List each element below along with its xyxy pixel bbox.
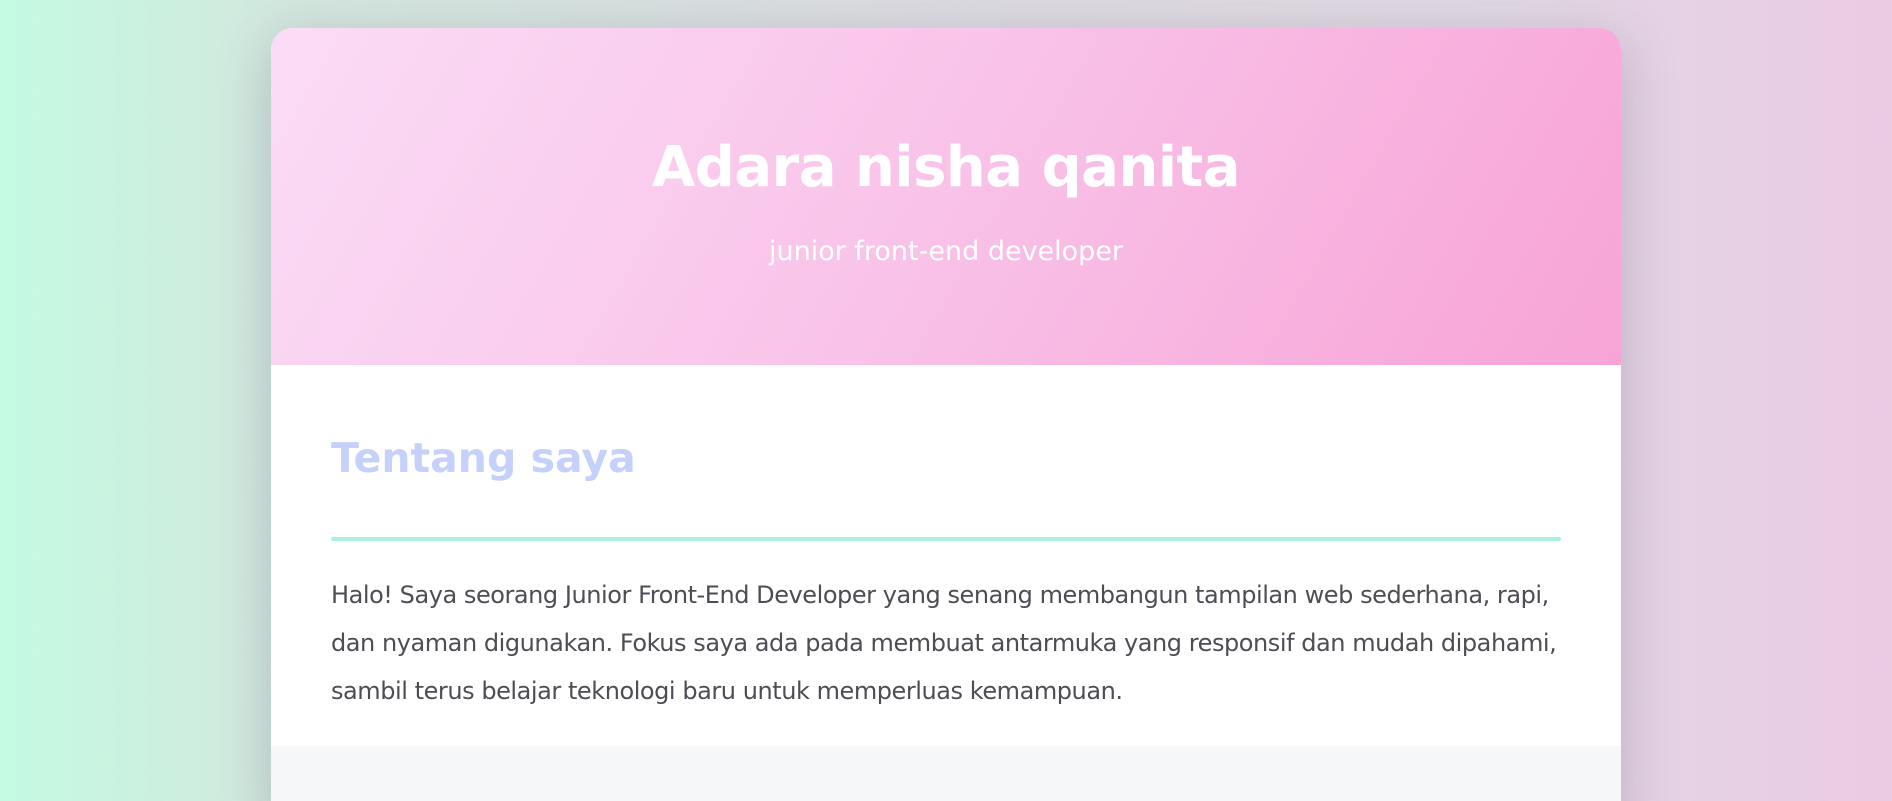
- profile-name: Adara nisha qanita: [651, 135, 1241, 200]
- next-section: [271, 746, 1621, 801]
- about-heading: Tentang saya: [331, 434, 636, 482]
- about-section: Tentang saya Halo! Saya seorang Junior F…: [271, 365, 1621, 746]
- hero-header: Adara nisha qanita junior front-end deve…: [271, 28, 1621, 365]
- profile-role: junior front-end developer: [768, 236, 1124, 267]
- profile-card: Adara nisha qanita junior front-end deve…: [271, 28, 1621, 801]
- about-text: Halo! Saya seorang Junior Front-End Deve…: [331, 581, 1557, 705]
- about-divider: [331, 537, 1561, 541]
